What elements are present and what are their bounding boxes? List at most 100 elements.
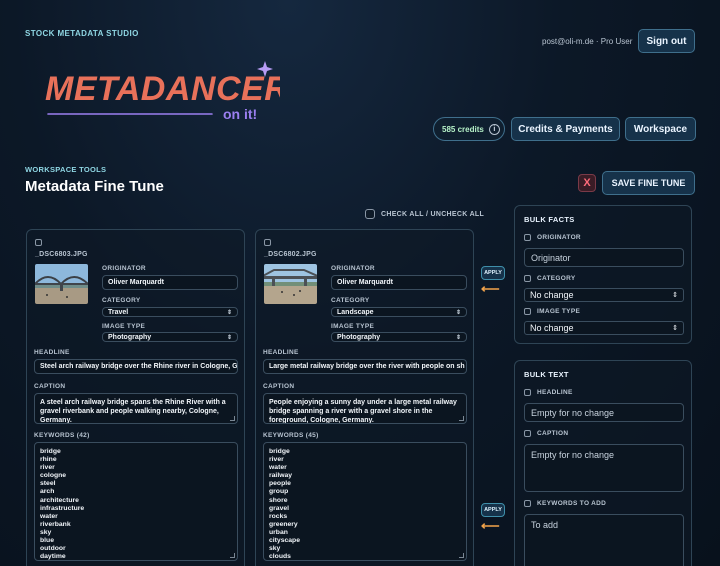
resize-handle[interactable] [230,416,235,421]
keywords-textarea[interactable]: bridge rhine river cologne steel arch ar… [34,442,238,561]
bulk-image-type-select[interactable]: No change ⇕ [524,321,684,335]
originator-label: ORIGINATOR [331,265,375,272]
bulk-image-type-toggle[interactable]: IMAGE TYPE [524,308,580,315]
bulk-headline-checkbox[interactable] [524,389,531,396]
bulk-originator-input[interactable]: Originator [524,248,684,267]
bulk-originator-label: ORIGINATOR [537,234,581,241]
bulk-category-select[interactable]: No change ⇕ [524,288,684,302]
chevron-updown-icon: ⇕ [672,292,678,299]
chevron-updown-icon: ⇕ [226,334,232,341]
bulk-image-type-label: IMAGE TYPE [537,308,581,315]
apply-facts-group: APPLY ⟵ [481,266,505,295]
page-title: Metadata Fine Tune [25,178,164,195]
filename: _DSC6803.JPG [35,251,88,258]
bulk-category-toggle[interactable]: CATEGORY [524,275,576,282]
chevron-updown-icon: ⇕ [226,309,232,316]
originator-input[interactable]: Oliver Marquardt [102,275,238,290]
image-type-value: Photography [337,333,381,341]
bulk-caption-textarea[interactable]: Empty for no change [524,444,684,492]
bulk-keywords-label: KEYWORDS TO ADD [537,500,607,507]
bulk-headline-label: HEADLINE [537,389,573,396]
check-all-toggle[interactable]: CHECK ALL / UNCHECK ALL [365,209,484,219]
image-type-select[interactable]: Photography ⇕ [102,332,238,342]
category-value: Travel [108,308,129,316]
keywords-textarea[interactable]: bridge river water railway people group … [263,442,467,561]
credits-badge[interactable]: 585 credits i [433,117,505,141]
logo-text: METADANCER [45,70,280,108]
image-type-value: Photography [108,333,152,341]
bulk-originator-checkbox[interactable] [524,234,531,241]
category-select[interactable]: Landscape ⇕ [331,307,467,317]
keywords-label: KEYWORDS (45) [263,432,319,439]
originator-input[interactable]: Oliver Marquardt [331,275,467,290]
bulk-category-label: CATEGORY [537,275,576,282]
headline-input[interactable]: Steel arch railway bridge over the Rhine… [34,359,238,374]
image-type-label: IMAGE TYPE [102,323,146,330]
bulk-text-panel: BULK TEXT HEADLINE Empty for no change C… [514,360,692,566]
bulk-keywords-textarea[interactable]: To add [524,514,684,566]
close-button[interactable]: X [578,174,596,192]
credits-count: 585 credits [442,124,484,134]
bulk-text-title: BULK TEXT [524,370,569,379]
image-type-select[interactable]: Photography ⇕ [331,332,467,342]
image-card: _DSC6802.JPG ORIGINATOR Oliver Marquardt… [255,229,474,566]
select-image-checkbox[interactable] [35,239,42,246]
headline-label: HEADLINE [34,349,70,356]
bulk-caption-checkbox[interactable] [524,430,531,437]
resize-handle[interactable] [230,553,235,558]
brand-label: STOCK METADATA STUDIO [25,29,139,38]
keywords-text: bridge river water railway people group … [269,448,300,561]
logo-tagline: on it! [223,106,257,122]
chevron-updown-icon: ⇕ [455,309,461,316]
headline-label: HEADLINE [263,349,299,356]
workspace-button[interactable]: Workspace [625,117,696,141]
category-label: CATEGORY [331,297,370,304]
section-label: WORKSPACE TOOLS [25,165,107,174]
resize-handle[interactable] [459,416,464,421]
arrow-left-icon: ⟵ [481,281,500,296]
category-select[interactable]: Travel ⇕ [102,307,238,317]
bulk-category-checkbox[interactable] [524,275,531,282]
category-value: Landscape [337,308,374,316]
credits-payments-button[interactable]: Credits & Payments [511,117,620,141]
caption-text: People enjoying a sunny day under a larg… [269,399,457,424]
sign-out-button[interactable]: Sign out [638,29,695,53]
chevron-updown-icon: ⇕ [455,334,461,341]
image-type-label: IMAGE TYPE [331,323,375,330]
image-thumbnail[interactable] [35,264,88,304]
apply-text-button[interactable]: APPLY [481,503,505,517]
bulk-facts-panel: BULK FACTS ORIGINATOR Originator CATEGOR… [514,205,692,344]
headline-input[interactable]: Large metal railway bridge over the rive… [263,359,467,374]
filename: _DSC6802.JPG [264,251,317,258]
image-card: _DSC6803.JPG ORIGINATOR Oliver Marquardt… [26,229,245,566]
bulk-image-type-checkbox[interactable] [524,308,531,315]
category-label: CATEGORY [102,297,141,304]
select-image-checkbox[interactable] [264,239,271,246]
caption-label: CAPTION [263,383,295,390]
arrow-left-icon: ⟵ [481,518,500,533]
save-fine-tune-button[interactable]: SAVE FINE TUNE [602,171,695,195]
bulk-keywords-checkbox[interactable] [524,500,531,507]
originator-label: ORIGINATOR [102,265,146,272]
info-icon[interactable]: i [488,123,500,135]
keywords-label: KEYWORDS (42) [34,432,90,439]
caption-textarea[interactable]: A steel arch railway bridge spans the Rh… [34,393,238,424]
bulk-facts-title: BULK FACTS [524,215,575,224]
metadancer-logo: METADANCER on it! [45,61,280,122]
bulk-headline-toggle[interactable]: HEADLINE [524,389,573,396]
apply-facts-button[interactable]: APPLY [481,266,505,280]
bulk-originator-toggle[interactable]: ORIGINATOR [524,234,581,241]
bulk-caption-toggle[interactable]: CAPTION [524,430,568,437]
caption-textarea[interactable]: People enjoying a sunny day under a larg… [263,393,467,424]
bulk-category-value: No change [530,290,574,300]
check-all-label: CHECK ALL / UNCHECK ALL [381,210,485,218]
image-thumbnail[interactable] [264,264,317,304]
bulk-headline-input[interactable]: Empty for no change [524,403,684,422]
apply-text-group: APPLY ⟵ [481,503,505,532]
bulk-keywords-toggle[interactable]: KEYWORDS TO ADD [524,500,606,507]
bulk-caption-label: CAPTION [537,430,569,437]
check-all-checkbox[interactable] [365,209,375,219]
resize-handle[interactable] [459,553,464,558]
keywords-text: bridge rhine river cologne steel arch ar… [40,448,85,561]
chevron-updown-icon: ⇕ [672,325,678,332]
